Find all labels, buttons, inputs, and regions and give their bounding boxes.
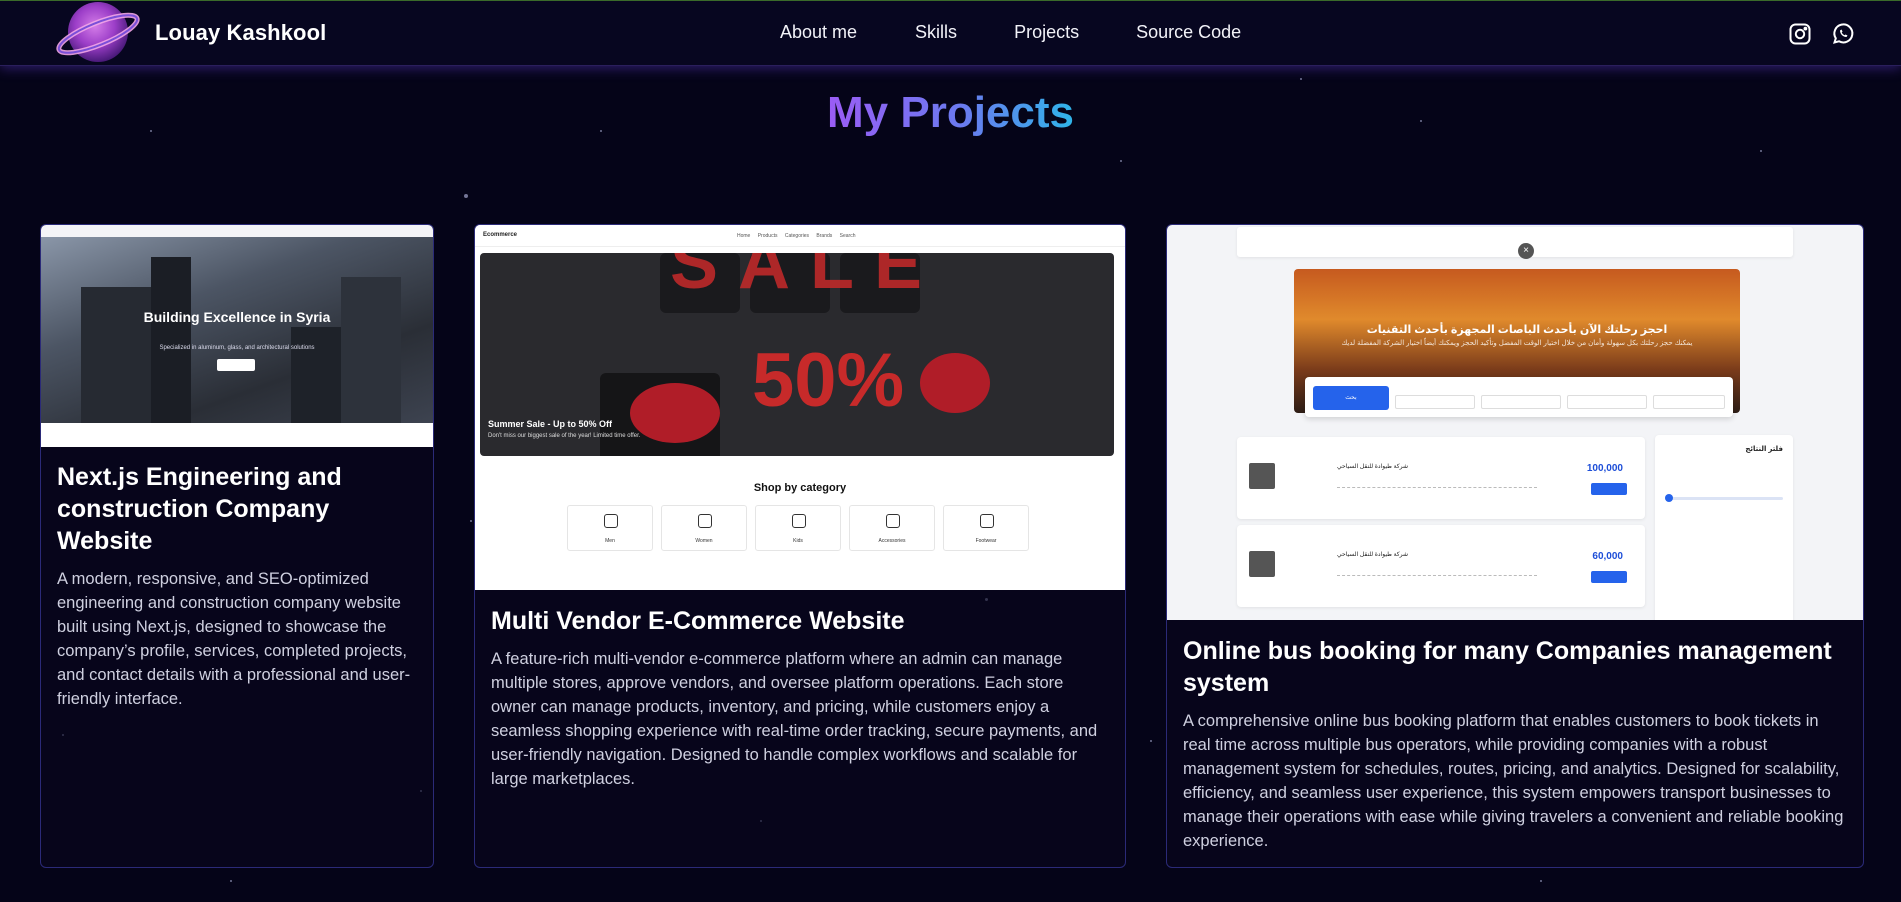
section-title: My Projects: [827, 88, 1074, 137]
nav-link-skills[interactable]: Skills: [915, 22, 957, 43]
nav-link-projects[interactable]: Projects: [1014, 22, 1079, 43]
nav-link-about-me[interactable]: About me: [780, 22, 857, 43]
project-title: Online bus booking for many Companies ma…: [1183, 637, 1832, 697]
instagram-icon[interactable]: [1788, 22, 1812, 46]
logo-planet-icon[interactable]: [54, 0, 142, 74]
whatsapp-icon[interactable]: [1831, 22, 1855, 46]
project-card-bus-booking[interactable]: × احجز رحلتك الآن بأحدث الباصات المجهزة …: [1166, 224, 1864, 868]
close-icon: ×: [1518, 243, 1534, 259]
nav-links: About me Skills Projects Source Code: [780, 22, 1299, 43]
project-title: Next.js Engineering and construction Com…: [57, 463, 342, 555]
brand-name[interactable]: Louay Kashkool: [155, 20, 326, 46]
project-description: A modern, responsive, and SEO-optimized …: [57, 570, 411, 708]
project-screenshot-engineering: Building Excellence in Syria Specialized…: [41, 225, 433, 447]
nav-link-source-code[interactable]: Source Code: [1136, 22, 1241, 43]
project-description: A comprehensive online bus booking platf…: [1183, 712, 1844, 850]
project-screenshot-bus-booking: × احجز رحلتك الآن بأحدث الباصات المجهزة …: [1167, 225, 1863, 620]
project-screenshot-ecommerce: Ecommerce Home Products Categories Brand…: [475, 225, 1125, 590]
project-card-ecommerce[interactable]: Ecommerce Home Products Categories Brand…: [474, 224, 1126, 868]
project-description: A feature-rich multi-vendor e-commerce p…: [491, 650, 1098, 788]
project-title: Multi Vendor E-Commerce Website: [491, 607, 905, 635]
project-card-engineering[interactable]: Building Excellence in Syria Specialized…: [40, 224, 434, 868]
top-navbar: Louay Kashkool About me Skills Projects …: [0, 0, 1901, 66]
